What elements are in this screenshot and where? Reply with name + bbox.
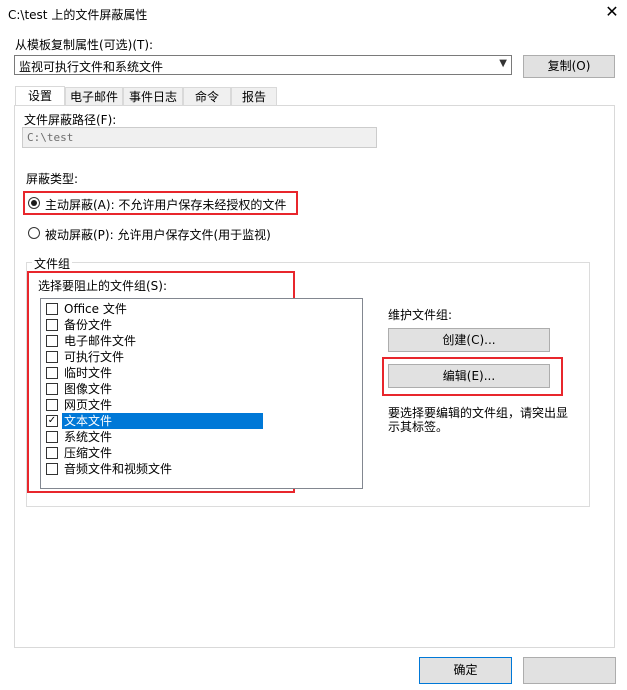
file-group-item-executable[interactable]: 可执行文件: [41, 349, 283, 365]
tab-event-log[interactable]: 事件日志: [123, 87, 183, 106]
active-screening-radio[interactable]: [28, 197, 40, 209]
checkbox[interactable]: [46, 399, 58, 411]
file-groups-title: 文件组: [32, 255, 73, 272]
chevron-down-icon[interactable]: ▼: [499, 58, 507, 69]
checkbox[interactable]: [46, 431, 58, 443]
file-group-item-system[interactable]: 系统文件: [41, 429, 283, 445]
tab-settings[interactable]: 设置: [15, 86, 65, 107]
tab-command[interactable]: 命令: [183, 87, 231, 106]
template-dropdown[interactable]: 监视可执行文件和系统文件 ▼: [14, 55, 512, 75]
file-group-list-label: 选择要阻止的文件组(S):: [38, 279, 168, 293]
file-group-item-temp[interactable]: 临时文件: [41, 365, 283, 381]
passive-screening-radio[interactable]: [28, 227, 40, 239]
create-button[interactable]: 创建(C)...: [388, 328, 550, 352]
template-dropdown-value: 监视可执行文件和系统文件: [19, 60, 164, 74]
file-group-item-office[interactable]: Office 文件: [41, 301, 283, 317]
template-label: 从模板复制属性(可选)(T):: [15, 38, 154, 52]
file-group-item-text[interactable]: ✓ 文本文件: [41, 413, 283, 429]
file-group-listbox[interactable]: Office 文件 备份文件 电子邮件文件 可执行文件 临时文件 图像文件 网页…: [40, 298, 363, 489]
file-group-item-audio-video[interactable]: 音频文件和视频文件: [41, 461, 283, 477]
edit-hint-text: 要选择要编辑的文件组，请突出显示其标签。: [388, 406, 569, 434]
screen-type-label: 屏蔽类型:: [26, 172, 79, 186]
tab-report[interactable]: 报告: [231, 87, 277, 106]
file-group-item-image[interactable]: 图像文件: [41, 381, 283, 397]
file-group-item-backup[interactable]: 备份文件: [41, 317, 283, 333]
ok-button[interactable]: 确定: [419, 657, 512, 684]
file-group-item-email[interactable]: 电子邮件文件: [41, 333, 283, 349]
window-title: C:\test 上的文件屏蔽属性: [8, 8, 148, 22]
edit-button[interactable]: 编辑(E)...: [388, 364, 550, 388]
checkmark-icon[interactable]: ✓: [46, 415, 58, 427]
checkbox[interactable]: [46, 367, 58, 379]
checkbox[interactable]: [46, 335, 58, 347]
checkbox[interactable]: [46, 303, 58, 315]
path-label: 文件屏蔽路径(F):: [24, 113, 117, 127]
cancel-button[interactable]: [523, 657, 616, 684]
checkbox[interactable]: [46, 351, 58, 363]
path-field: C:\test: [22, 127, 377, 148]
checkbox[interactable]: [46, 319, 58, 331]
maintain-groups-label: 维护文件组:: [388, 308, 453, 322]
checkbox[interactable]: [46, 383, 58, 395]
passive-screening-label[interactable]: 被动屏蔽(P): 允许用户保存文件(用于监视): [45, 226, 271, 243]
file-group-item-compressed[interactable]: 压缩文件: [41, 445, 283, 461]
active-screening-label[interactable]: 主动屏蔽(A): 不允许用户保存未经授权的文件: [45, 196, 286, 213]
checkbox[interactable]: [46, 463, 58, 475]
file-group-item-web[interactable]: 网页文件: [41, 397, 283, 413]
tab-email[interactable]: 电子邮件: [65, 87, 123, 106]
copy-button[interactable]: 复制(O): [523, 55, 615, 78]
close-icon[interactable]: ✕: [603, 3, 621, 21]
checkbox[interactable]: [46, 447, 58, 459]
